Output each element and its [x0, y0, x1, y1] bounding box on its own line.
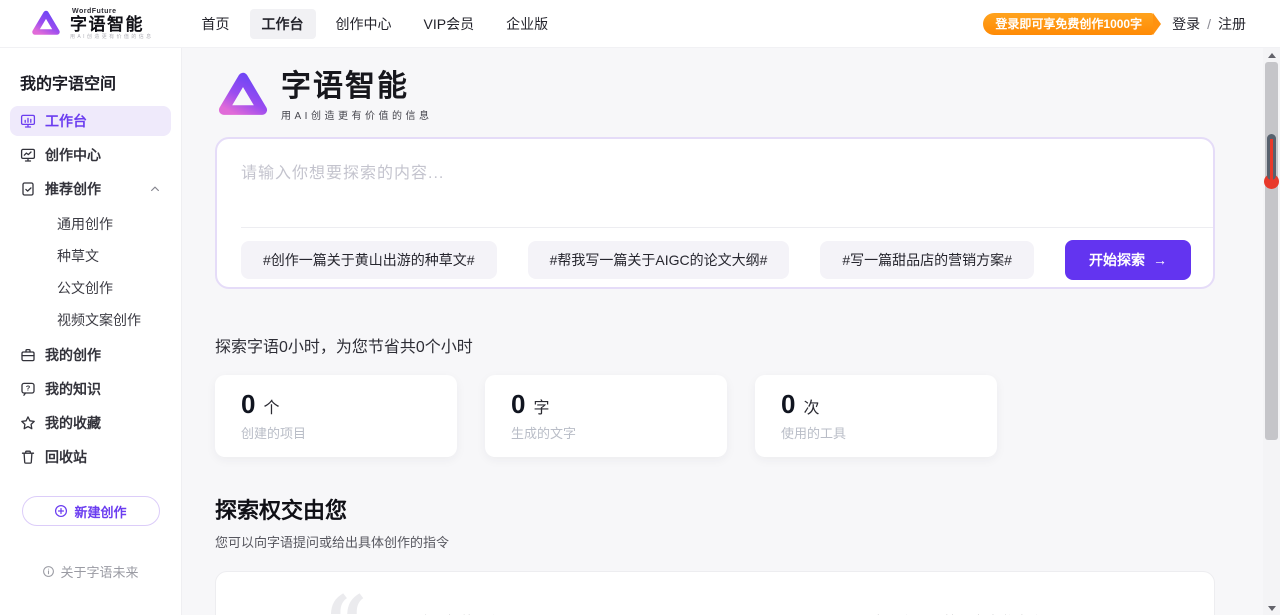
sidebar-item-label: 我的知识 — [45, 379, 101, 399]
sidebar-item-label: 我的创作 — [45, 345, 101, 365]
new-creation-button[interactable]: 新建创作 — [22, 496, 160, 526]
stat-card-words: 0 字 生成的文字 — [485, 375, 727, 457]
nav-item-creation-center[interactable]: 创作中心 — [324, 9, 404, 39]
chevron-up-icon[interactable] — [149, 183, 161, 195]
scroll-down-icon[interactable] — [1263, 601, 1280, 615]
stat-label: 创建的项目 — [241, 423, 431, 442]
sidebar-item-label: 我的收藏 — [45, 413, 101, 433]
sidebar-section-title: 我的字语空间 — [20, 70, 181, 94]
explore-section-subtitle: 您可以向字语提问或给出具体创作的指令 — [215, 532, 1263, 551]
login-link[interactable]: 登录 — [1172, 14, 1200, 34]
stat-value: 0 — [511, 389, 525, 420]
hero-logo: 字语智能 用AI创造更有价值的信息 — [215, 68, 1263, 124]
doc-check-icon — [20, 181, 36, 197]
explore-section-title: 探索权交由您 — [215, 493, 1263, 525]
thermometer-indicator — [1264, 134, 1279, 189]
brand-triangle-icon — [30, 8, 62, 40]
suggestion-chip-huangshan[interactable]: #创作一篇关于黄山出游的种草文# — [241, 241, 497, 279]
stat-value: 0 — [781, 389, 795, 420]
hero-title: 字语智能 — [281, 70, 432, 103]
stat-value: 0 — [241, 389, 255, 420]
main-content: 字语智能 用AI创造更有价值的信息 #创作一篇关于黄山出游的种草文# #帮我写一… — [182, 48, 1263, 615]
search-card: #创作一篇关于黄山出游的种草文# #帮我写一篇关于AIGC的论文大纲# #写一篇… — [215, 137, 1215, 289]
sidebar-item-recommended[interactable]: 推荐创作 — [10, 174, 171, 204]
top-header: WordFuture 字语智能 用AI创造更有价值的信息 首页 工作台 创作中心… — [0, 0, 1280, 48]
chat-question-icon: ? — [20, 381, 36, 397]
stat-label: 使用的工具 — [781, 423, 971, 442]
stat-label: 生成的文字 — [511, 423, 701, 442]
sidebar-item-favorites[interactable]: 我的收藏 — [10, 408, 171, 438]
sample-prompts-card: “ 字语智能是什么? 嘿，帮我创作一篇北京出游攻略 — [215, 571, 1215, 615]
stat-unit: 次 — [803, 394, 819, 418]
plus-circle-icon — [54, 504, 68, 518]
sidebar-subitem-seeding-article[interactable]: 种草文 — [0, 240, 181, 272]
info-icon — [42, 565, 55, 578]
scrollbar-thumb[interactable] — [1265, 62, 1278, 440]
svg-text:?: ? — [26, 384, 31, 393]
start-explore-button[interactable]: 开始探索 → — [1065, 240, 1191, 280]
stat-unit: 个 — [263, 394, 279, 418]
hero-triangle-icon — [215, 68, 271, 124]
auth-separator: / — [1207, 16, 1211, 32]
star-icon — [20, 415, 36, 431]
brand-logo[interactable]: WordFuture 字语智能 用AI创造更有价值的信息 — [30, 8, 154, 40]
arrow-right-icon: → — [1153, 252, 1167, 268]
sidebar: 我的字语空间 工作台 创作中心 推荐创作 通用创作 种草 — [0, 48, 182, 615]
sidebar-subitem-video-copy[interactable]: 视频文案创作 — [0, 304, 181, 336]
sidebar-item-my-knowledge[interactable]: ? 我的知识 — [10, 374, 171, 404]
sidebar-item-label: 创作中心 — [45, 145, 101, 165]
briefcase-icon — [20, 347, 36, 363]
search-input[interactable] — [217, 139, 1213, 227]
scroll-up-icon[interactable] — [1263, 48, 1280, 62]
sidebar-item-my-creations[interactable]: 我的创作 — [10, 340, 171, 370]
quote-icon: “ — [326, 586, 367, 615]
stats-row: 0 个 创建的项目 0 字 生成的文字 0 次 使用的工具 — [215, 375, 1263, 457]
stat-card-tools: 0 次 使用的工具 — [755, 375, 997, 457]
sidebar-item-label: 回收站 — [45, 447, 87, 467]
trash-icon — [20, 449, 36, 465]
monitor-icon — [20, 113, 36, 129]
stats-summary: 探索字语0小时，为您节省共0个小时 — [215, 333, 1263, 357]
stat-card-projects: 0 个 创建的项目 — [215, 375, 457, 457]
about-wordfuture-link[interactable]: 关于字语未来 — [0, 562, 181, 581]
nav-item-vip[interactable]: VIP会员 — [412, 9, 487, 39]
sidebar-subitem-general-creation[interactable]: 通用创作 — [0, 208, 181, 240]
nav-item-enterprise[interactable]: 企业版 — [494, 9, 560, 39]
display-edit-icon — [20, 147, 36, 163]
suggestion-chip-dessert[interactable]: #写一篇甜品店的营销方案# — [820, 241, 1034, 279]
brand-tagline-tiny: 用AI创造更有价值的信息 — [70, 35, 154, 40]
sidebar-item-creation-center[interactable]: 创作中心 — [10, 140, 171, 170]
nav-item-home[interactable]: 首页 — [190, 9, 242, 39]
hero-tagline: 用AI创造更有价值的信息 — [281, 107, 432, 122]
page-scrollbar[interactable] — [1263, 48, 1280, 615]
brand-name: 字语智能 — [70, 16, 154, 33]
register-link[interactable]: 注册 — [1218, 14, 1246, 34]
stat-unit: 字 — [533, 394, 549, 418]
sidebar-subitem-official-doc[interactable]: 公文创作 — [0, 272, 181, 304]
login-promo-badge[interactable]: 登录即可享免费创作1000字 — [983, 13, 1154, 35]
sidebar-item-workspace[interactable]: 工作台 — [10, 106, 171, 136]
main-nav: 首页 工作台 创作中心 VIP会员 企业版 — [190, 9, 561, 39]
sidebar-item-label: 工作台 — [45, 111, 87, 131]
suggestion-chip-aigc[interactable]: #帮我写一篇关于AIGC的论文大纲# — [528, 241, 790, 279]
sidebar-item-recycle-bin[interactable]: 回收站 — [10, 442, 171, 472]
sidebar-item-label: 推荐创作 — [45, 179, 101, 199]
nav-item-workspace[interactable]: 工作台 — [250, 9, 316, 39]
brand-super-title: WordFuture — [72, 8, 154, 15]
